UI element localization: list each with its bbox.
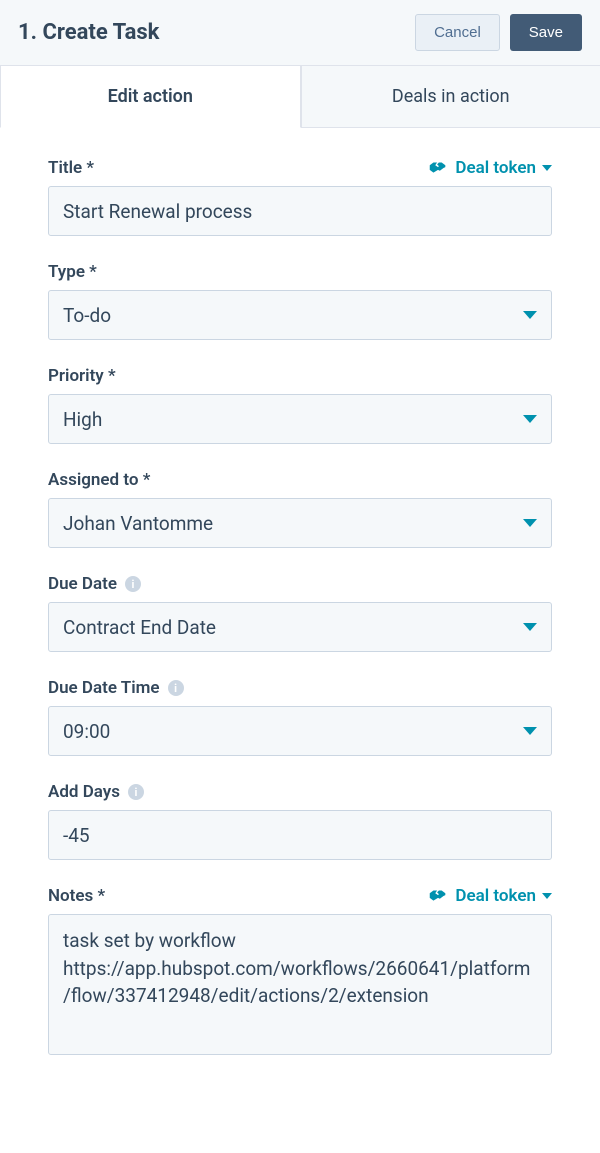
due-time-select[interactable]: 09:00 xyxy=(48,706,552,756)
deal-token-link[interactable]: Deal token xyxy=(427,158,552,178)
field-title: Title * Deal token xyxy=(48,158,552,236)
chevron-down-icon xyxy=(523,415,537,423)
due-time-label-text: Due Date Time xyxy=(48,678,160,698)
info-icon[interactable]: i xyxy=(125,576,141,592)
notes-textarea[interactable] xyxy=(63,927,537,1042)
due-date-select[interactable]: Contract End Date xyxy=(48,602,552,652)
field-due-time: Due Date Time i 09:00 xyxy=(48,678,552,756)
assigned-label: Assigned to * xyxy=(48,470,150,490)
deal-token-label: Deal token xyxy=(455,158,536,178)
chevron-down-icon xyxy=(523,311,537,319)
add-days-input[interactable] xyxy=(63,824,537,847)
header-buttons: Cancel Save xyxy=(415,14,582,51)
deal-token-label: Deal token xyxy=(455,886,536,906)
priority-value: High xyxy=(63,408,102,431)
assigned-select[interactable]: Johan Vantomme xyxy=(48,498,552,548)
due-date-label-text: Due Date xyxy=(48,574,117,594)
field-add-days: Add Days i xyxy=(48,782,552,860)
title-input[interactable] xyxy=(63,200,537,223)
field-notes: Notes * Deal token xyxy=(48,886,552,1055)
due-time-value: 09:00 xyxy=(63,720,110,743)
due-date-label: Due Date i xyxy=(48,574,141,594)
type-value: To-do xyxy=(63,304,111,327)
tab-deals-in-action[interactable]: Deals in action xyxy=(301,66,600,128)
caret-down-icon xyxy=(542,165,552,171)
handshake-icon xyxy=(427,888,449,904)
panel-header: 1. Create Task Cancel Save xyxy=(0,0,600,66)
deal-token-link[interactable]: Deal token xyxy=(427,886,552,906)
add-days-label-text: Add Days xyxy=(48,782,120,802)
type-select[interactable]: To-do xyxy=(48,290,552,340)
tab-edit-action[interactable]: Edit action xyxy=(0,66,301,128)
due-date-value: Contract End Date xyxy=(63,616,216,639)
assigned-value: Johan Vantomme xyxy=(63,512,213,535)
notes-label: Notes * xyxy=(48,886,105,906)
info-icon[interactable]: i xyxy=(128,784,144,800)
caret-down-icon xyxy=(542,893,552,899)
info-icon[interactable]: i xyxy=(168,680,184,696)
chevron-down-icon xyxy=(523,623,537,631)
title-input-wrap[interactable] xyxy=(48,186,552,236)
due-time-label: Due Date Time i xyxy=(48,678,184,698)
field-priority: Priority * High xyxy=(48,366,552,444)
field-due-date: Due Date i Contract End Date xyxy=(48,574,552,652)
handshake-icon xyxy=(427,160,449,176)
add-days-label: Add Days i xyxy=(48,782,144,802)
field-type: Type * To-do xyxy=(48,262,552,340)
panel-title: 1. Create Task xyxy=(18,20,159,45)
type-label: Type * xyxy=(48,262,97,282)
chevron-down-icon xyxy=(523,727,537,735)
add-days-input-wrap[interactable] xyxy=(48,810,552,860)
chevron-down-icon xyxy=(523,519,537,527)
field-assigned: Assigned to * Johan Vantomme xyxy=(48,470,552,548)
tabs: Edit action Deals in action xyxy=(0,66,600,128)
title-label: Title * xyxy=(48,158,94,178)
priority-select[interactable]: High xyxy=(48,394,552,444)
notes-input-wrap[interactable] xyxy=(48,914,552,1055)
save-button[interactable]: Save xyxy=(510,14,582,51)
form: Title * Deal token Type * To-do Priority… xyxy=(0,128,600,1085)
priority-label: Priority * xyxy=(48,366,116,386)
cancel-button[interactable]: Cancel xyxy=(415,14,500,51)
